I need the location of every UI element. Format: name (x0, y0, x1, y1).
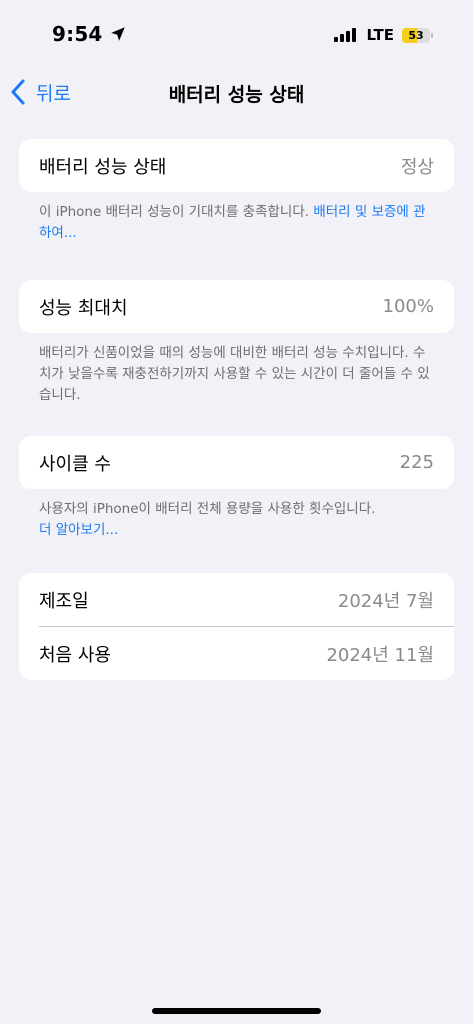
cycle-count-footnote-text: 사용자의 iPhone이 배터리 전체 용량을 사용한 횟수입니다. (39, 501, 376, 517)
max-capacity-value: 100% (382, 296, 434, 317)
signal-bars-icon (334, 28, 358, 42)
battery-dates-card: 제조일 2024년 7월 처음 사용 2024년 11월 (19, 573, 454, 680)
location-arrow-icon (110, 27, 125, 41)
battery-health-footnote: 이 iPhone 배터리 성능이 기대치를 충족합니다. 배터리 및 보증에 관… (19, 202, 454, 244)
max-capacity-row: 성능 최대치 100% (19, 280, 454, 333)
battery-health-row: 배터리 성능 상태 정상 (19, 139, 454, 192)
cycle-count-label: 사이클 수 (39, 453, 111, 475)
status-time: 9:54 (52, 22, 103, 46)
status-bar: 9:54 LTE 53 (0, 0, 473, 70)
battery-health-value: 정상 (400, 156, 434, 178)
battery-level: 53 (408, 28, 424, 42)
battery-health-label: 배터리 성능 상태 (39, 156, 167, 178)
cycle-count-value: 225 (399, 452, 434, 473)
manufacture-date-value: 2024년 7월 (337, 590, 434, 612)
battery-health-footnote-text: 이 iPhone 배터리 성능이 기대치를 충족합니다. (39, 204, 314, 220)
cycle-count-row: 사이클 수 225 (19, 436, 454, 489)
home-indicator[interactable] (152, 1008, 321, 1014)
cycle-count-card: 사이클 수 225 (19, 436, 454, 489)
manufacture-date-row: 제조일 2024년 7월 (19, 573, 454, 626)
max-capacity-card: 성능 최대치 100% (19, 280, 454, 333)
settings-content: 배터리 성능 상태 정상 이 iPhone 배터리 성능이 기대치를 충족합니다… (19, 139, 454, 680)
battery-icon: 53 (402, 27, 430, 43)
first-use-value: 2024년 11월 (326, 644, 434, 666)
cycle-count-footnote: 사용자의 iPhone이 배터리 전체 용량을 사용한 횟수입니다. 더 알아보… (19, 499, 454, 541)
max-capacity-label: 성능 최대치 (39, 297, 128, 319)
manufacture-date-label: 제조일 (39, 590, 89, 612)
max-capacity-footnote: 배터리가 신품이었을 때의 성능에 대비한 배터리 성능 수치입니다. 수치가 … (19, 343, 454, 406)
learn-more-link[interactable]: 더 알아보기... (39, 522, 118, 538)
first-use-label: 처음 사용 (39, 644, 111, 666)
page-title: 배터리 성능 상태 (168, 84, 305, 106)
battery-health-card: 배터리 성능 상태 정상 (19, 139, 454, 192)
battery-cap (431, 32, 433, 38)
max-capacity-footnote-text: 배터리가 신품이었을 때의 성능에 대비한 배터리 성능 수치입니다. 수치가 … (39, 345, 430, 403)
network-type: LTE (366, 26, 394, 44)
first-use-row: 처음 사용 2024년 11월 (19, 627, 454, 680)
status-indicators: LTE 53 (334, 26, 433, 44)
navigation-bar: 뒤로 배터리 성능 상태 (0, 70, 473, 114)
status-time-group: 9:54 (52, 22, 127, 46)
